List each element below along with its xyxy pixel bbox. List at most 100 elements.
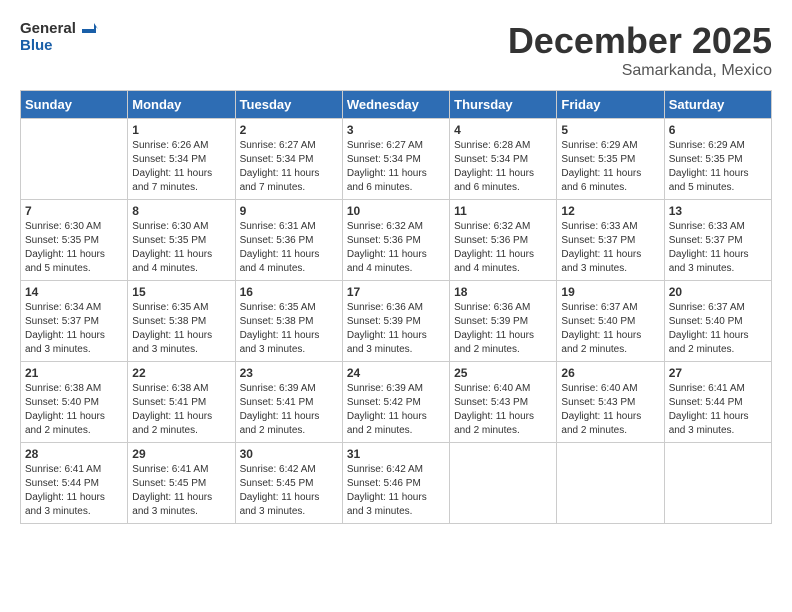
logo-general: General — [20, 20, 98, 37]
calendar-cell: 11 Sunrise: 6:32 AM Sunset: 5:36 PM Dayli… — [450, 200, 557, 281]
day-info: Sunrise: 6:40 AM Sunset: 5:43 PM Dayligh… — [454, 382, 552, 438]
day-number: 9 — [240, 204, 338, 218]
location-subtitle: Samarkanda, Mexico — [508, 62, 772, 80]
calendar-cell: 18 Sunrise: 6:36 AM Sunset: 5:39 PM Dayli… — [450, 281, 557, 362]
day-number: 22 — [132, 366, 230, 380]
calendar-cell: 13 Sunrise: 6:33 AM Sunset: 5:37 PM Dayli… — [664, 200, 771, 281]
day-info: Sunrise: 6:33 AM Sunset: 5:37 PM Dayligh… — [561, 220, 659, 276]
weekday-sunday: Sunday — [21, 91, 128, 119]
calendar-cell — [664, 443, 771, 524]
day-number: 18 — [454, 285, 552, 299]
day-number: 29 — [132, 447, 230, 461]
day-number: 6 — [669, 123, 767, 137]
day-info: Sunrise: 6:41 AM Sunset: 5:44 PM Dayligh… — [25, 463, 123, 519]
day-number: 26 — [561, 366, 659, 380]
calendar-cell: 4 Sunrise: 6:28 AM Sunset: 5:34 PM Daylig… — [450, 119, 557, 200]
calendar-cell: 31Sunrise: 6:42 AM Sunset: 5:46 PM Dayli… — [342, 443, 449, 524]
day-info: Sunrise: 6:35 AM Sunset: 5:38 PM Dayligh… — [240, 301, 338, 357]
day-info: Sunrise: 6:27 AM Sunset: 5:34 PM Dayligh… — [240, 139, 338, 195]
calendar-cell: 24 Sunrise: 6:39 AM Sunset: 5:42 PM Dayli… — [342, 362, 449, 443]
calendar-cell: 12 Sunrise: 6:33 AM Sunset: 5:37 PM Dayli… — [557, 200, 664, 281]
day-info: Sunrise: 6:32 AM Sunset: 5:36 PM Dayligh… — [454, 220, 552, 276]
day-info: Sunrise: 6:33 AM Sunset: 5:37 PM Dayligh… — [669, 220, 767, 276]
day-number: 3 — [347, 123, 445, 137]
calendar-cell: 6Sunrise: 6:29 AM Sunset: 5:35 PM Daylig… — [664, 119, 771, 200]
day-number: 16 — [240, 285, 338, 299]
day-number: 11 — [454, 204, 552, 218]
title-block: December 2025 Samarkanda, Mexico — [508, 20, 772, 80]
day-number: 13 — [669, 204, 767, 218]
calendar-cell: 21Sunrise: 6:38 AM Sunset: 5:40 PM Dayli… — [21, 362, 128, 443]
day-info: Sunrise: 6:38 AM Sunset: 5:41 PM Dayligh… — [132, 382, 230, 438]
calendar-cell: 28 Sunrise: 6:41 AM Sunset: 5:44 PM Dayli… — [21, 443, 128, 524]
day-info: Sunrise: 6:37 AM Sunset: 5:40 PM Dayligh… — [669, 301, 767, 357]
calendar-cell: 29Sunrise: 6:41 AM Sunset: 5:45 PM Dayli… — [128, 443, 235, 524]
day-number: 8 — [132, 204, 230, 218]
day-number: 2 — [240, 123, 338, 137]
calendar-cell: 19Sunrise: 6:37 AM Sunset: 5:40 PM Dayli… — [557, 281, 664, 362]
week-row-2: 7Sunrise: 6:30 AM Sunset: 5:35 PM Daylig… — [21, 200, 772, 281]
calendar-cell: 9Sunrise: 6:31 AM Sunset: 5:36 PM Daylig… — [235, 200, 342, 281]
day-number: 10 — [347, 204, 445, 218]
day-info: Sunrise: 6:32 AM Sunset: 5:36 PM Dayligh… — [347, 220, 445, 276]
calendar-cell — [557, 443, 664, 524]
calendar-cell: 3 Sunrise: 6:27 AM Sunset: 5:34 PM Daylig… — [342, 119, 449, 200]
day-number: 1 — [132, 123, 230, 137]
day-number: 17 — [347, 285, 445, 299]
day-info: Sunrise: 6:41 AM Sunset: 5:44 PM Dayligh… — [669, 382, 767, 438]
day-info: Sunrise: 6:34 AM Sunset: 5:37 PM Dayligh… — [25, 301, 123, 357]
day-number: 4 — [454, 123, 552, 137]
week-row-1: 1 Sunrise: 6:26 AM Sunset: 5:34 PM Daylig… — [21, 119, 772, 200]
calendar-cell: 14Sunrise: 6:34 AM Sunset: 5:37 PM Dayli… — [21, 281, 128, 362]
day-number: 20 — [669, 285, 767, 299]
calendar-cell: 22 Sunrise: 6:38 AM Sunset: 5:41 PM Dayli… — [128, 362, 235, 443]
day-info: Sunrise: 6:39 AM Sunset: 5:42 PM Dayligh… — [347, 382, 445, 438]
day-info: Sunrise: 6:42 AM Sunset: 5:45 PM Dayligh… — [240, 463, 338, 519]
week-row-3: 14Sunrise: 6:34 AM Sunset: 5:37 PM Dayli… — [21, 281, 772, 362]
day-info: Sunrise: 6:26 AM Sunset: 5:34 PM Dayligh… — [132, 139, 230, 195]
day-info: Sunrise: 6:36 AM Sunset: 5:39 PM Dayligh… — [454, 301, 552, 357]
calendar-cell: 17 Sunrise: 6:36 AM Sunset: 5:39 PM Dayli… — [342, 281, 449, 362]
calendar-cell: 10 Sunrise: 6:32 AM Sunset: 5:36 PM Dayli… — [342, 200, 449, 281]
calendar-table: SundayMondayTuesdayWednesdayThursdayFrid… — [20, 90, 772, 524]
calendar-cell — [21, 119, 128, 200]
day-info: Sunrise: 6:42 AM Sunset: 5:46 PM Dayligh… — [347, 463, 445, 519]
day-info: Sunrise: 6:40 AM Sunset: 5:43 PM Dayligh… — [561, 382, 659, 438]
calendar-cell: 25 Sunrise: 6:40 AM Sunset: 5:43 PM Dayli… — [450, 362, 557, 443]
weekday-thursday: Thursday — [450, 91, 557, 119]
calendar-cell: 26 Sunrise: 6:40 AM Sunset: 5:43 PM Dayli… — [557, 362, 664, 443]
day-number: 30 — [240, 447, 338, 461]
weekday-header-row: SundayMondayTuesdayWednesdayThursdayFrid… — [21, 91, 772, 119]
calendar-cell: 16 Sunrise: 6:35 AM Sunset: 5:38 PM Dayli… — [235, 281, 342, 362]
day-number: 28 — [25, 447, 123, 461]
day-number: 24 — [347, 366, 445, 380]
day-number: 5 — [561, 123, 659, 137]
weekday-tuesday: Tuesday — [235, 91, 342, 119]
calendar-cell — [450, 443, 557, 524]
day-number: 27 — [669, 366, 767, 380]
day-info: Sunrise: 6:29 AM Sunset: 5:35 PM Dayligh… — [561, 139, 659, 195]
day-info: Sunrise: 6:36 AM Sunset: 5:39 PM Dayligh… — [347, 301, 445, 357]
weekday-friday: Friday — [557, 91, 664, 119]
day-number: 21 — [25, 366, 123, 380]
calendar-cell: 8 Sunrise: 6:30 AM Sunset: 5:35 PM Daylig… — [128, 200, 235, 281]
month-title: December 2025 — [508, 20, 772, 62]
logo-blue: Blue — [20, 37, 98, 54]
day-number: 23 — [240, 366, 338, 380]
calendar-cell: 5 Sunrise: 6:29 AM Sunset: 5:35 PM Daylig… — [557, 119, 664, 200]
day-info: Sunrise: 6:27 AM Sunset: 5:34 PM Dayligh… — [347, 139, 445, 195]
day-info: Sunrise: 6:28 AM Sunset: 5:34 PM Dayligh… — [454, 139, 552, 195]
calendar-cell: 15Sunrise: 6:35 AM Sunset: 5:38 PM Dayli… — [128, 281, 235, 362]
calendar-cell: 7Sunrise: 6:30 AM Sunset: 5:35 PM Daylig… — [21, 200, 128, 281]
day-info: Sunrise: 6:35 AM Sunset: 5:38 PM Dayligh… — [132, 301, 230, 357]
weekday-monday: Monday — [128, 91, 235, 119]
day-info: Sunrise: 6:30 AM Sunset: 5:35 PM Dayligh… — [25, 220, 123, 276]
week-row-5: 28 Sunrise: 6:41 AM Sunset: 5:44 PM Dayli… — [21, 443, 772, 524]
weekday-wednesday: Wednesday — [342, 91, 449, 119]
day-number: 25 — [454, 366, 552, 380]
calendar-cell: 27 Sunrise: 6:41 AM Sunset: 5:44 PM Dayli… — [664, 362, 771, 443]
logo-arrow-icon — [80, 23, 98, 35]
day-number: 12 — [561, 204, 659, 218]
day-info: Sunrise: 6:30 AM Sunset: 5:35 PM Dayligh… — [132, 220, 230, 276]
calendar-cell: 20 Sunrise: 6:37 AM Sunset: 5:40 PM Dayli… — [664, 281, 771, 362]
